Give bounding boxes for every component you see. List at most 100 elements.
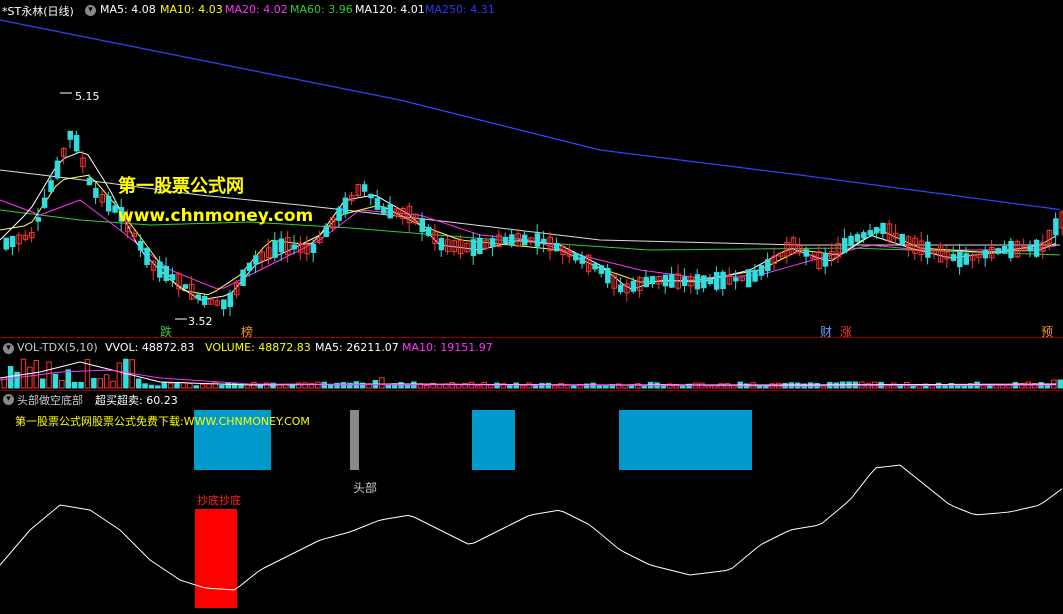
- chevron-down-icon[interactable]: ▾: [3, 394, 14, 405]
- oscillator-line: [0, 464, 1063, 591]
- candle-body: [387, 204, 393, 219]
- candle-body: [643, 276, 649, 288]
- high-price-label: 5.15: [75, 90, 100, 103]
- panel-separator: [0, 390, 1063, 391]
- candle-body: [925, 241, 931, 258]
- candle-body: [489, 238, 496, 248]
- candle-body: [368, 193, 374, 199]
- volume-bar: [103, 374, 110, 389]
- volume-bar: [321, 381, 327, 389]
- candle-body: [240, 269, 246, 286]
- candle-body: [201, 295, 208, 305]
- candle-body: [541, 238, 547, 243]
- volume-bar: [187, 382, 193, 389]
- volume-bar: [545, 382, 551, 389]
- candle-body: [323, 225, 329, 238]
- marker-rise: 涨: [840, 325, 853, 339]
- candle-body: [144, 247, 150, 266]
- candle-body: [291, 244, 297, 250]
- volume-bar: [135, 378, 142, 389]
- volume-bar: [155, 385, 161, 389]
- volume-bar: [116, 362, 123, 389]
- vol-ma10-line: [0, 369, 1057, 387]
- volume-bar: [494, 382, 500, 389]
- volume-bar: [231, 382, 238, 389]
- candle-body: [470, 239, 477, 257]
- candle-body: [1008, 240, 1014, 259]
- marker-fall: 跌: [160, 325, 173, 339]
- volume-bar: [487, 384, 494, 389]
- volume-bar: [603, 385, 609, 389]
- volume-bar: [212, 381, 219, 389]
- chevron-down-icon[interactable]: ▾: [85, 5, 96, 16]
- volume-bar: [475, 385, 481, 389]
- head-label: 头部: [353, 481, 378, 495]
- candle-body: [419, 217, 425, 233]
- candle-body: [822, 252, 829, 267]
- volume-bar: [551, 385, 558, 389]
- candle-body: [521, 234, 528, 246]
- candle-body: [182, 284, 189, 289]
- candle-body: [310, 243, 317, 253]
- volume-bar: [193, 385, 199, 389]
- volume-label: MA5: 26211.07: [315, 341, 399, 354]
- ma-label: MA60: 3.96: [290, 3, 353, 16]
- chevron-down-icon[interactable]: ▾: [3, 343, 14, 354]
- candle-body: [617, 284, 624, 293]
- candle-body: [957, 251, 963, 268]
- candle-body: [54, 160, 61, 179]
- candle-body: [67, 130, 73, 140]
- candle-body: [701, 275, 707, 289]
- volume-label: MA10: 19151.97: [402, 341, 493, 354]
- marker-forecast: 预: [1041, 325, 1054, 339]
- volume-bar: [167, 382, 174, 389]
- candle-body: [227, 292, 233, 308]
- candle-body: [579, 256, 585, 264]
- candle-body: [669, 273, 675, 288]
- volume-bar: [436, 384, 443, 389]
- candle-body: [502, 236, 509, 244]
- candle-body: [41, 197, 48, 208]
- candle-body: [361, 184, 368, 192]
- volume-bar: [558, 383, 564, 389]
- volume-label: VVOL: 48872.83: [105, 341, 195, 354]
- candle-body: [803, 249, 809, 257]
- volume-bar: [110, 380, 116, 389]
- bottom-label: 抄底抄底: [197, 494, 241, 507]
- volume-bar: [910, 385, 916, 389]
- candle-body: [752, 269, 758, 282]
- candle-body: [867, 230, 873, 236]
- candle-body: [707, 278, 713, 284]
- volume-bar: [142, 383, 148, 389]
- volume-bar: [1057, 379, 1063, 389]
- volume-bar: [91, 377, 97, 389]
- chart-canvas[interactable]: [0, 0, 1063, 614]
- candle-body: [720, 271, 726, 289]
- candle-body: [861, 232, 867, 239]
- candle-body: [336, 207, 342, 221]
- volume-bar: [78, 381, 84, 389]
- candle-body: [605, 267, 611, 284]
- volume-bar: [398, 382, 404, 389]
- volume-bar: [340, 382, 347, 389]
- candle-body: [374, 198, 381, 210]
- volume-bar: [59, 379, 65, 389]
- volume-bar: [571, 385, 577, 389]
- volume-bar: [449, 382, 455, 389]
- volume-bar: [20, 358, 27, 389]
- volume-bar: [519, 385, 526, 389]
- candle-body: [137, 240, 144, 251]
- candle-body: [1001, 245, 1008, 254]
- chart-stage[interactable]: *ST永林(日线) ▾ MA5: 4.08 MA10: 4.03 MA20: 4.0…: [0, 0, 1063, 614]
- candle-body: [1053, 218, 1059, 236]
- volume-bar: [257, 384, 263, 389]
- candle-body: [598, 265, 605, 274]
- candle-body: [169, 274, 176, 281]
- candle-body: [841, 238, 848, 254]
- candle-body: [35, 217, 41, 222]
- volume-bar: [39, 378, 46, 389]
- candle-body: [112, 205, 118, 213]
- candle-body: [765, 259, 771, 272]
- candle-body: [1027, 245, 1033, 252]
- volume-bar: [46, 361, 52, 389]
